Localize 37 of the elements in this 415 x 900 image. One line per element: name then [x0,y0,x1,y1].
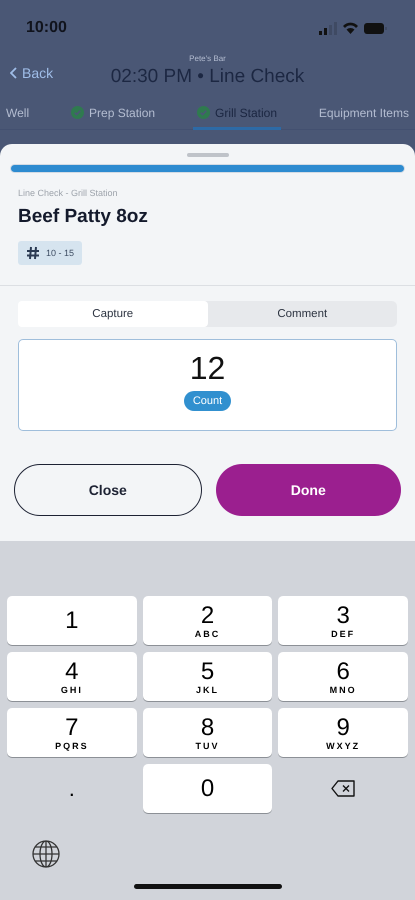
range-text: 10 - 15 [46,248,74,258]
digit-key[interactable]: 5 JKL [142,652,272,701]
digit-key[interactable]: 2 ABC [142,596,272,645]
status-time: 10:00 [26,19,67,37]
check-circle-icon [71,106,84,119]
station-tab[interactable]: Well [2,98,34,130]
digit-key[interactable]: 8 TUV [142,708,272,757]
chevron-left-icon[interactable] [10,67,17,79]
drag-handle[interactable] [186,153,228,157]
count-input-field[interactable]: 12 Count [18,339,397,431]
close-button[interactable]: Close [14,464,202,516]
digit-key[interactable]: 4 GHI [7,652,137,701]
globe-icon[interactable] [31,839,61,869]
back-link[interactable]: Back [22,65,54,81]
item-title: Beef Patty 8oz [18,206,149,228]
backspace-icon [330,780,356,797]
digit-key[interactable]: 1 [7,596,137,645]
digit-key[interactable]: 7 PQRS [7,708,137,757]
wifi-icon [343,22,358,34]
station-tab[interactable]: Prep Station [67,98,160,130]
segment-tab[interactable]: Capture [18,301,208,327]
venue-name: Pete's Bar [189,54,226,63]
done-button[interactable]: Done [216,464,401,516]
check-circle-icon [196,106,210,119]
battery-icon [364,22,387,34]
count-value: 12 [190,350,226,387]
decimal-key[interactable]: . [7,764,137,813]
digit-key[interactable]: 3 DEF [278,596,408,645]
unit-tag: Count [184,391,232,411]
station-tab[interactable]: Equipment Items [314,98,413,130]
digit-key[interactable]: 6 MNO [278,652,408,701]
segment-tab[interactable]: Comment [208,301,397,327]
digit-key[interactable]: 0 [142,764,272,813]
digit-key[interactable]: 9 WXYZ [278,708,408,757]
breadcrumb: Line Check - Grill Station [18,188,119,198]
signal-icon [319,22,337,34]
hash-icon [26,246,40,260]
